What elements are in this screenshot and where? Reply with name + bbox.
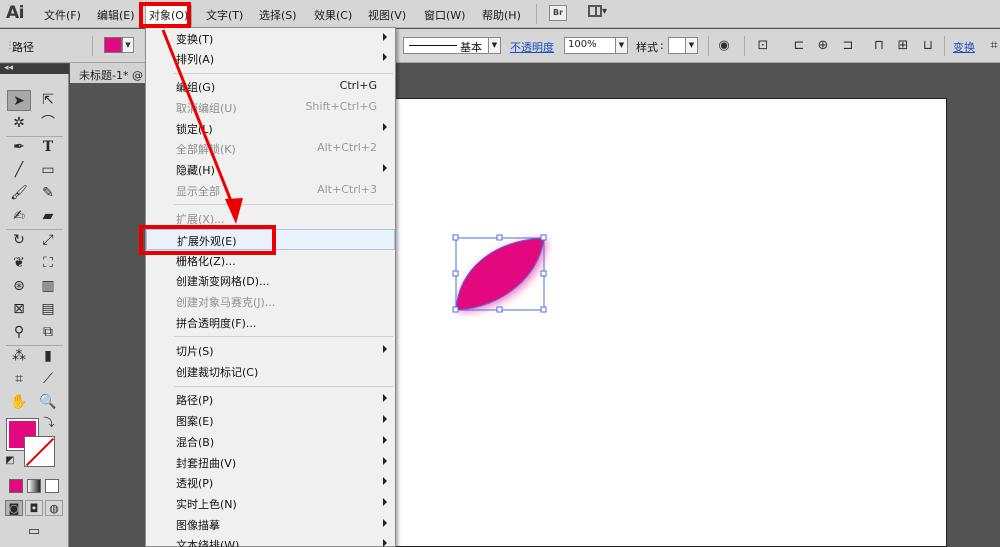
annotation-arrow xyxy=(161,29,243,224)
